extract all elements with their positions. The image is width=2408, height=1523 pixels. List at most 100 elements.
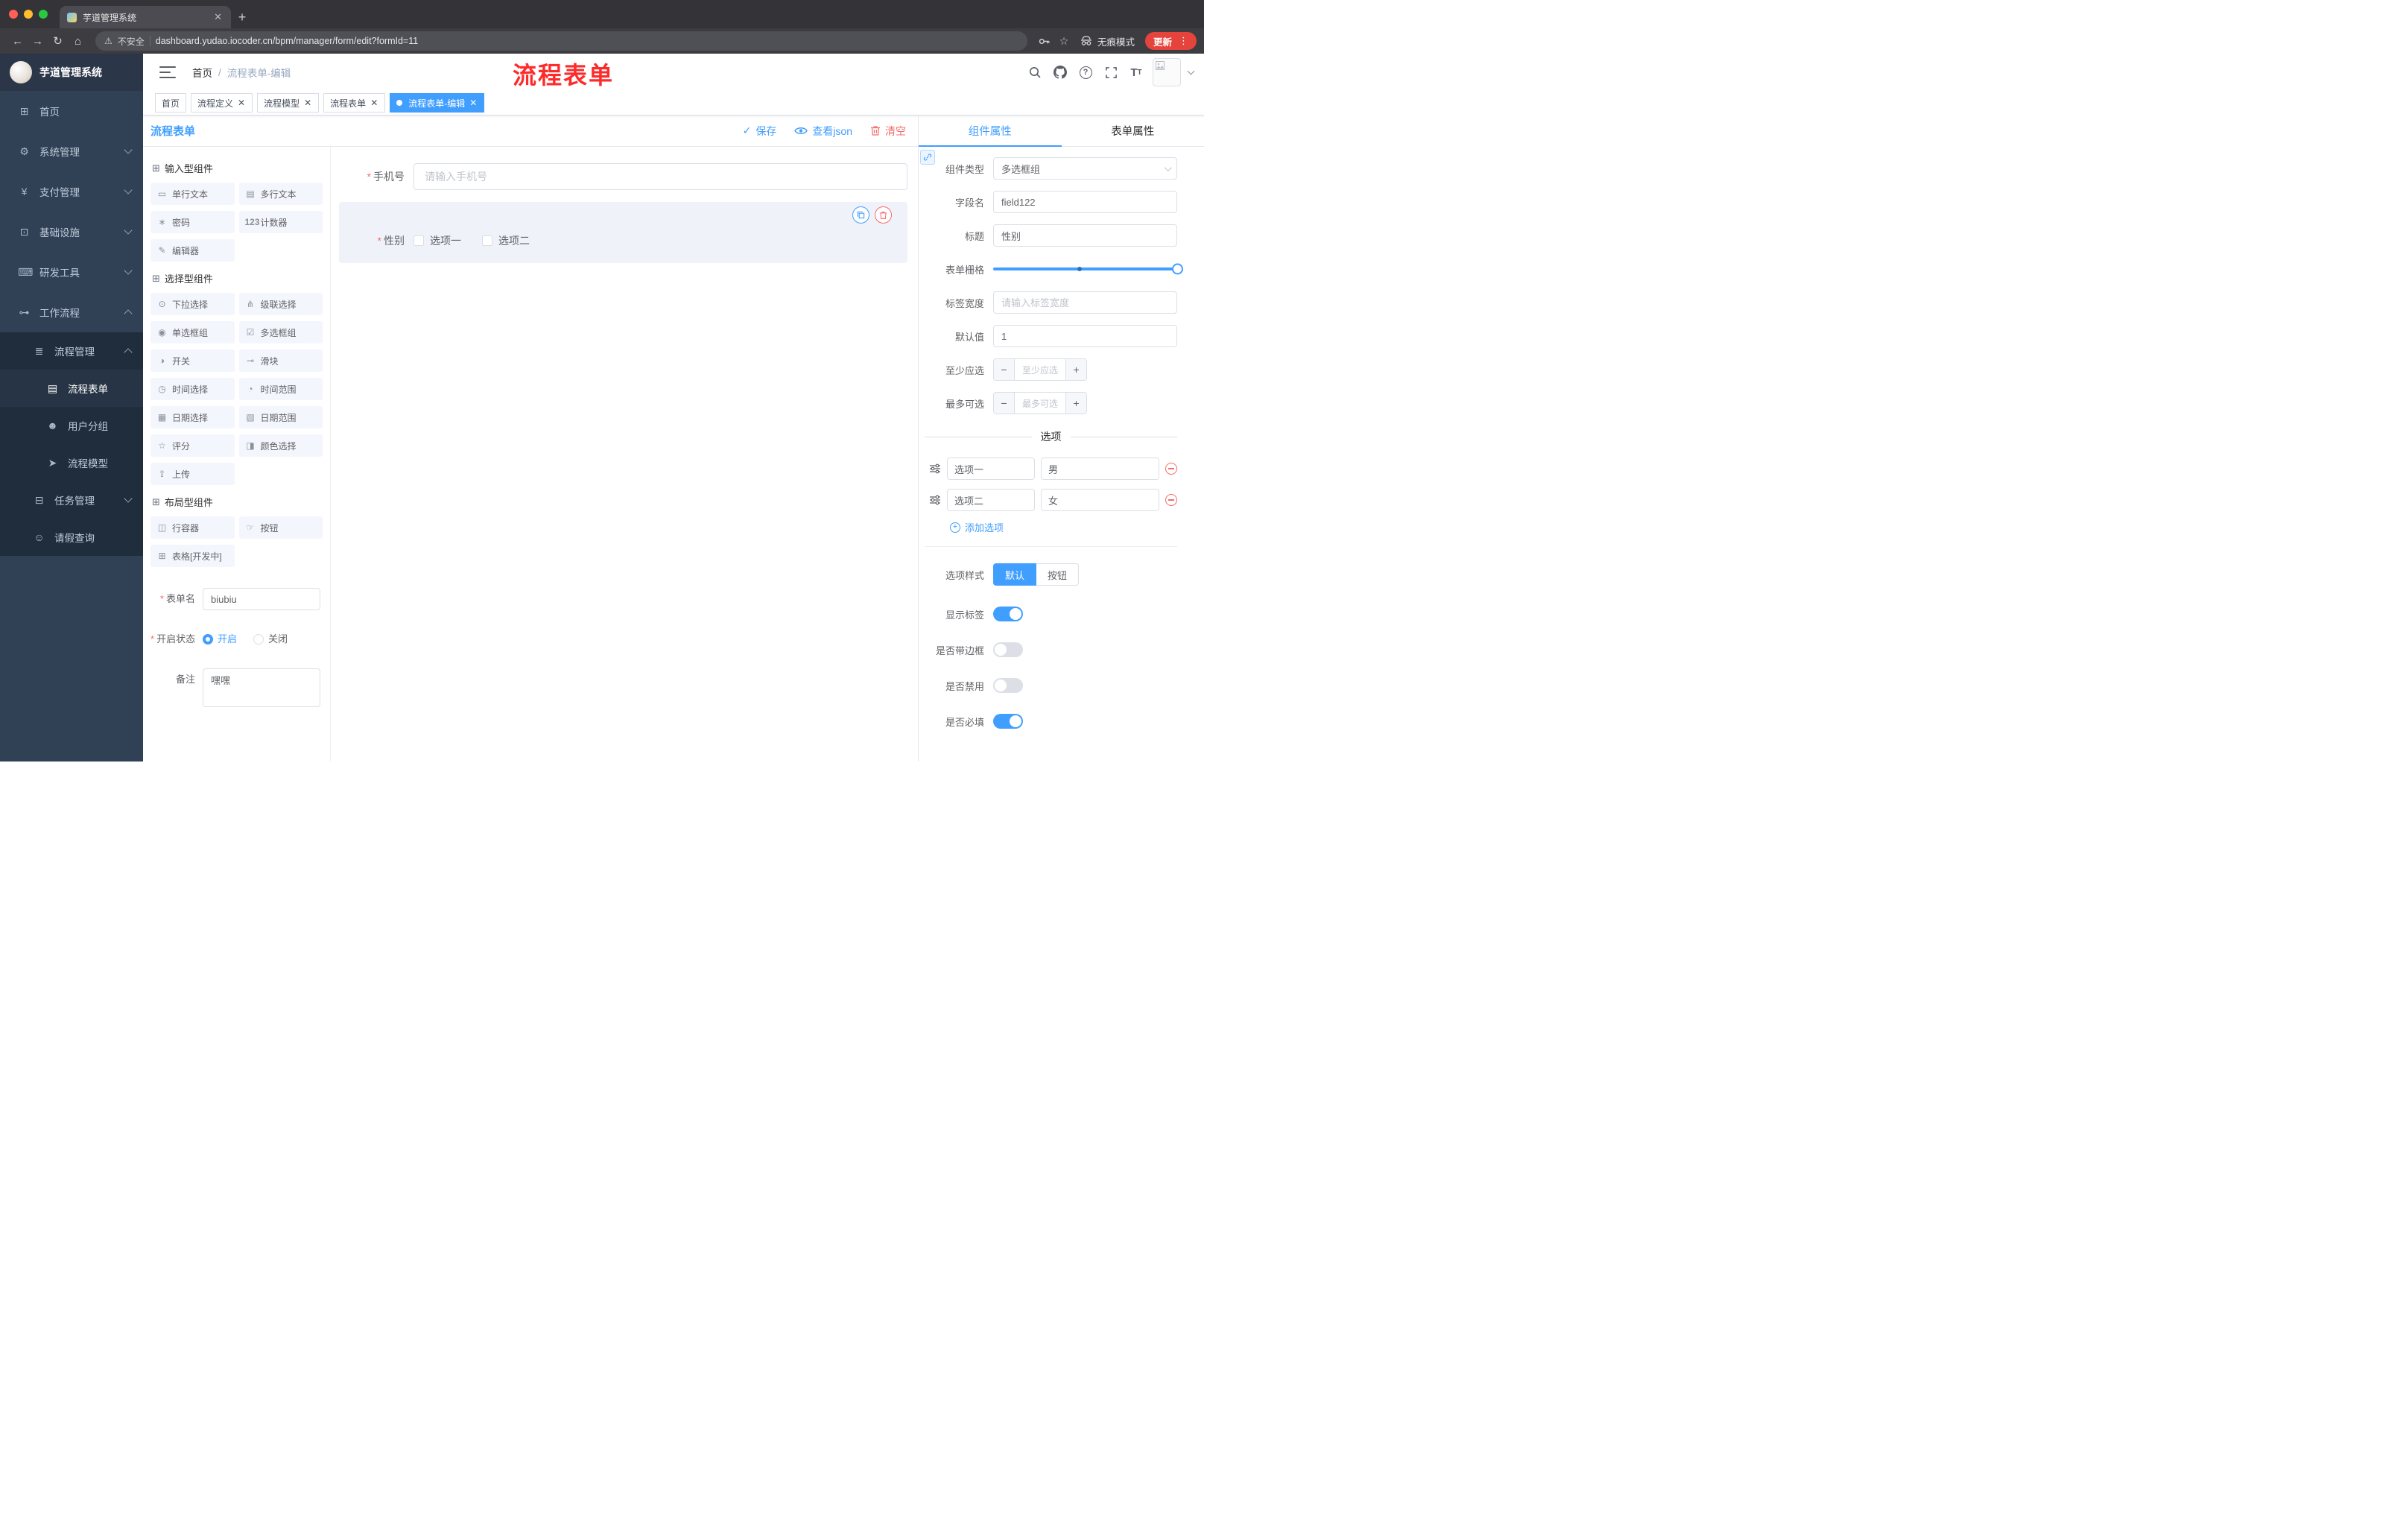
add-option-button[interactable]: + 添加选项 [950,520,1177,534]
component-checkbox-group[interactable]: ☑ 多选框组 [238,321,323,343]
minus-button[interactable]: − [994,393,1015,414]
tag-home[interactable]: 首页 [155,93,187,113]
close-window-button[interactable] [9,10,18,19]
component-cascader[interactable]: ⋔ 级联选择 [238,293,323,315]
sidebar-logo[interactable]: 芋道管理系统 [0,54,143,91]
title-input[interactable] [993,224,1177,247]
drag-handle-icon[interactable] [929,463,941,475]
minus-button[interactable]: − [994,359,1015,380]
sidebar-item-devtools[interactable]: ⌨ 研发工具 [0,252,143,292]
option-value-input[interactable] [1041,489,1159,511]
avatar-dropdown-icon[interactable] [1187,67,1195,75]
field-name-input[interactable] [993,191,1177,213]
component-type-value[interactable] [993,157,1177,180]
clear-button[interactable]: 清空 [870,124,906,139]
tag-close-icon[interactable]: ✕ [370,98,378,107]
password-key-icon[interactable] [1035,31,1054,51]
save-button[interactable]: ✓ 保存 [743,124,777,139]
style-default-button[interactable]: 默认 [993,563,1037,586]
help-icon[interactable]: ? [1077,63,1094,81]
component-color-picker[interactable]: ◨ 颜色选择 [238,434,323,457]
browser-menu-icon[interactable]: ⋮ [1179,35,1188,47]
option-value-input[interactable] [1041,457,1159,480]
forward-icon[interactable]: → [28,31,48,51]
reload-icon[interactable]: ↻ [48,31,68,51]
new-tab-button[interactable]: + [231,6,253,28]
browser-tab[interactable]: 芋道管理系统 ✕ [60,6,231,28]
component-radio-group[interactable]: ◉ 单选框组 [150,321,235,343]
browser-update-button[interactable]: 更新 ⋮ [1144,32,1197,50]
component-slider[interactable]: ⊸ 滑块 [238,349,323,372]
avatar[interactable] [1153,58,1181,86]
minimize-window-button[interactable] [24,10,33,19]
canvas-field-gender-selected[interactable]: 性别 选项一 选项二 [339,202,907,263]
component-time-range[interactable]: ◔ 时间范围 [238,378,323,400]
label-width-input[interactable] [993,291,1177,314]
component-button[interactable]: ☞ 按钮 [238,516,323,539]
tab-close-icon[interactable]: ✕ [212,11,224,23]
sidebar-item-home[interactable]: ⊞ 首页 [0,91,143,131]
affix-link-icon[interactable] [920,150,935,165]
tag-close-icon[interactable]: ✕ [469,98,478,107]
home-icon[interactable]: ⌂ [68,31,88,51]
component-date-range[interactable]: ▧ 日期范围 [238,406,323,428]
checkbox-icon[interactable] [414,235,424,246]
sidebar-item-infra[interactable]: ⊡ 基础设施 [0,212,143,252]
sidebar-item-payment[interactable]: ¥ 支付管理 [0,171,143,212]
component-date-picker[interactable]: ▦ 日期选择 [150,406,235,428]
default-value-input[interactable] [993,325,1177,347]
border-switch[interactable] [993,642,1023,657]
plus-button[interactable]: + [1065,393,1086,414]
sidebar-item-user-group[interactable]: ☻ 用户分组 [0,407,143,444]
show-label-switch[interactable] [993,607,1023,621]
tag-process-form-edit[interactable]: 流程表单-编辑 ✕ [390,93,485,113]
plus-button[interactable]: + [1065,359,1086,380]
component-upload[interactable]: ⇧ 上传 [150,463,235,485]
search-icon[interactable] [1026,63,1044,81]
slider-handle[interactable] [1172,263,1183,275]
min-select-placeholder[interactable]: 至少应选 [1015,359,1065,380]
gender-option-2[interactable]: 选项二 [482,233,530,248]
address-bar[interactable]: ⚠ 不安全 dashboard.yudao.iocoder.cn/bpm/man… [95,31,1027,51]
sidebar-item-workflow[interactable]: ⊶ 工作流程 [0,292,143,332]
sidebar-item-leave-query[interactable]: ☺ 请假查询 [0,519,143,556]
slider-track[interactable] [993,263,1183,275]
status-radio-on[interactable]: 开启 [203,628,237,650]
option-label-input[interactable] [947,489,1035,511]
tab-form-props[interactable]: 表单属性 [1062,115,1205,146]
component-table[interactable]: ⊞ 表格[开发中] [150,545,235,567]
component-multi-text[interactable]: ▤ 多行文本 [238,183,323,205]
remove-option-icon[interactable] [1165,494,1177,506]
checkbox-icon[interactable] [482,235,492,246]
tag-process-form[interactable]: 流程表单 ✕ [323,93,386,113]
github-icon[interactable] [1051,63,1069,81]
hamburger-icon[interactable] [159,66,176,78]
canvas-field-phone[interactable]: 手机号 [339,163,907,190]
option-label-input[interactable] [947,457,1035,480]
bookmark-star-icon[interactable]: ☆ [1054,31,1074,51]
drag-handle-icon[interactable] [929,494,941,506]
max-select-placeholder[interactable]: 最多可选 [1015,393,1065,414]
tag-close-icon[interactable]: ✕ [303,98,312,107]
sidebar-item-process-model[interactable]: ➤ 流程模型 [0,444,143,481]
tag-close-icon[interactable]: ✕ [237,98,246,107]
phone-field-input[interactable] [414,163,907,190]
component-single-text[interactable]: ▭ 单行文本 [150,183,235,205]
component-counter[interactable]: 123 计数器 [238,211,323,233]
sidebar-item-process-mgmt[interactable]: ≣ 流程管理 [0,332,143,370]
grid-slider[interactable] [993,258,1183,280]
tag-process-model[interactable]: 流程模型 ✕ [257,93,320,113]
form-remark-textarea[interactable]: 嘿嘿 [203,668,320,707]
font-size-icon[interactable]: TT [1127,63,1145,81]
component-editor[interactable]: ✎ 编辑器 [150,239,235,262]
component-select[interactable]: ⊙ 下拉选择 [150,293,235,315]
view-json-button[interactable]: 查看json [794,124,852,139]
remove-option-icon[interactable] [1165,463,1177,475]
component-time-picker[interactable]: ◷ 时间选择 [150,378,235,400]
tag-process-definition[interactable]: 流程定义 ✕ [191,93,253,113]
component-type-select[interactable] [993,157,1177,180]
copy-component-button[interactable] [852,206,869,224]
sidebar-item-system[interactable]: ⚙ 系统管理 [0,131,143,171]
form-name-input[interactable] [203,588,320,610]
zoom-window-button[interactable] [39,10,48,19]
